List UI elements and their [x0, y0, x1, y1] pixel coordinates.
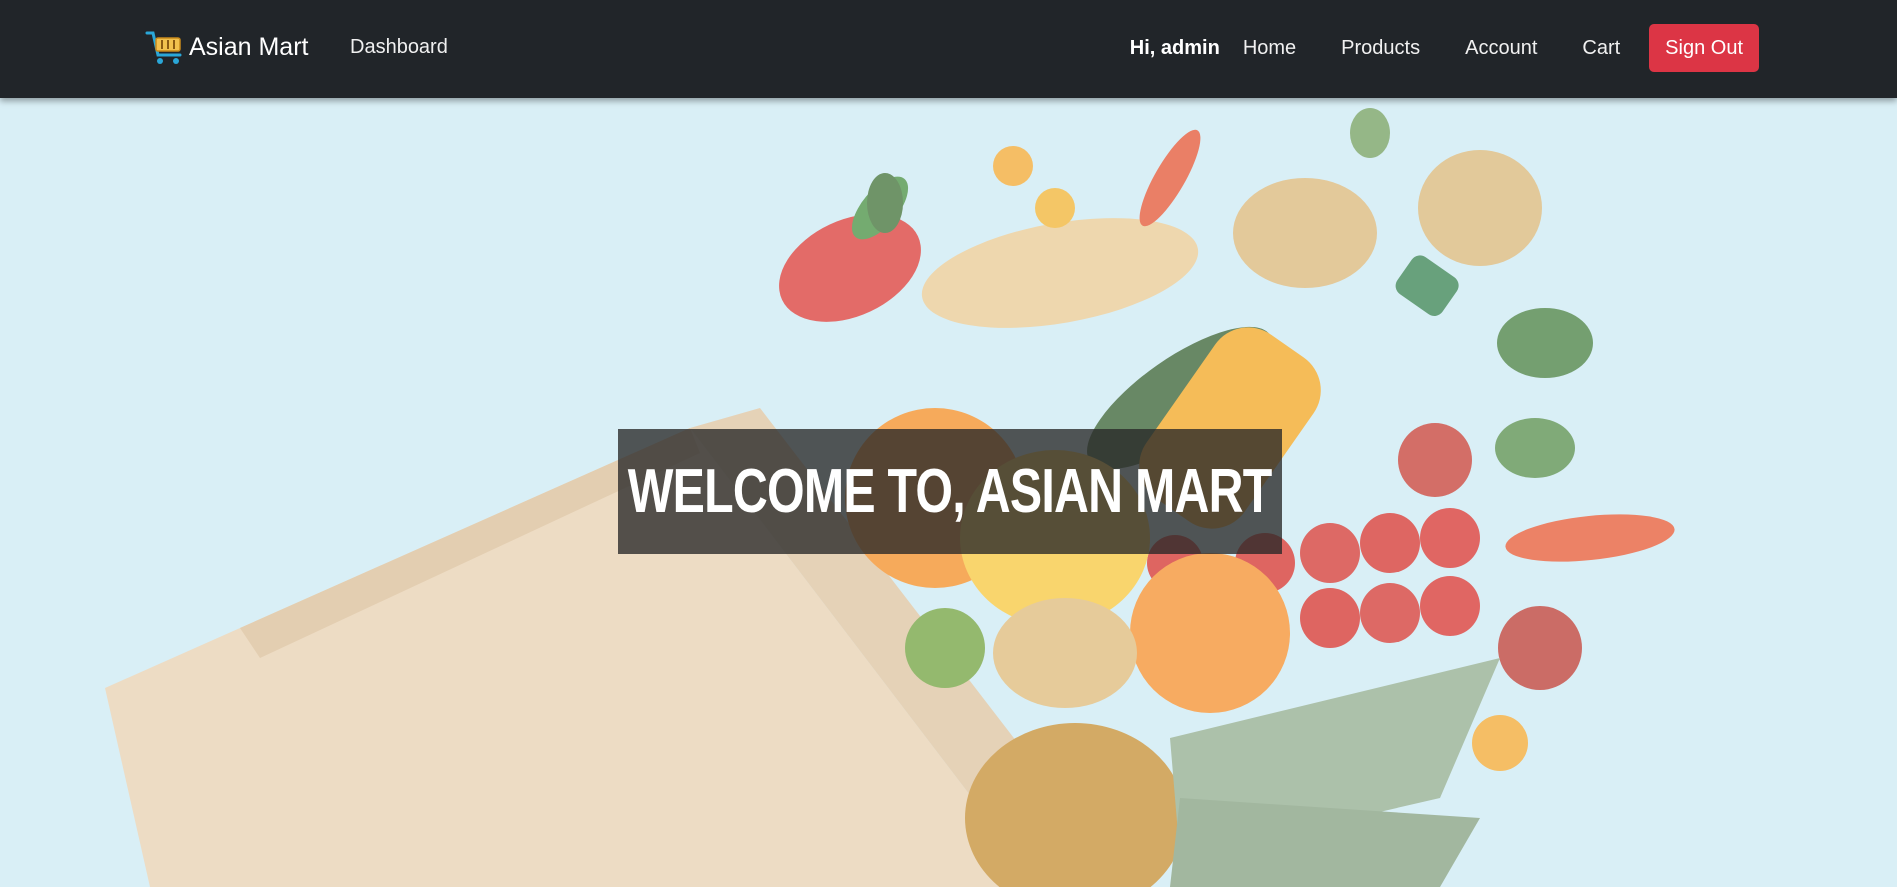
- nav-home-link[interactable]: Home: [1243, 37, 1296, 60]
- shopping-cart-icon: [145, 31, 182, 64]
- top-navbar: Asian Mart Dashboard Hi, admin Home Prod…: [0, 0, 1897, 98]
- brand-link[interactable]: Asian Mart: [145, 27, 308, 67]
- welcome-title: WELCOME TO, ASIAN MART: [628, 457, 1273, 526]
- welcome-banner: WELCOME TO, ASIAN MART: [618, 429, 1282, 554]
- user-greeting: Hi, admin: [1129, 36, 1220, 59]
- nav-account-link[interactable]: Account: [1465, 37, 1537, 60]
- hero-banner: WELCOME TO, ASIAN MART: [0, 98, 1897, 887]
- nav-dashboard-link[interactable]: Dashboard: [350, 36, 448, 59]
- brand-name: Asian Mart: [189, 32, 309, 61]
- nav-cart-link[interactable]: Cart: [1582, 37, 1620, 60]
- nav-products-link[interactable]: Products: [1341, 37, 1420, 60]
- right-nav: Hi, admin Home Products Account Cart Sig…: [1130, 24, 1759, 72]
- sign-out-button[interactable]: Sign Out: [1649, 24, 1759, 72]
